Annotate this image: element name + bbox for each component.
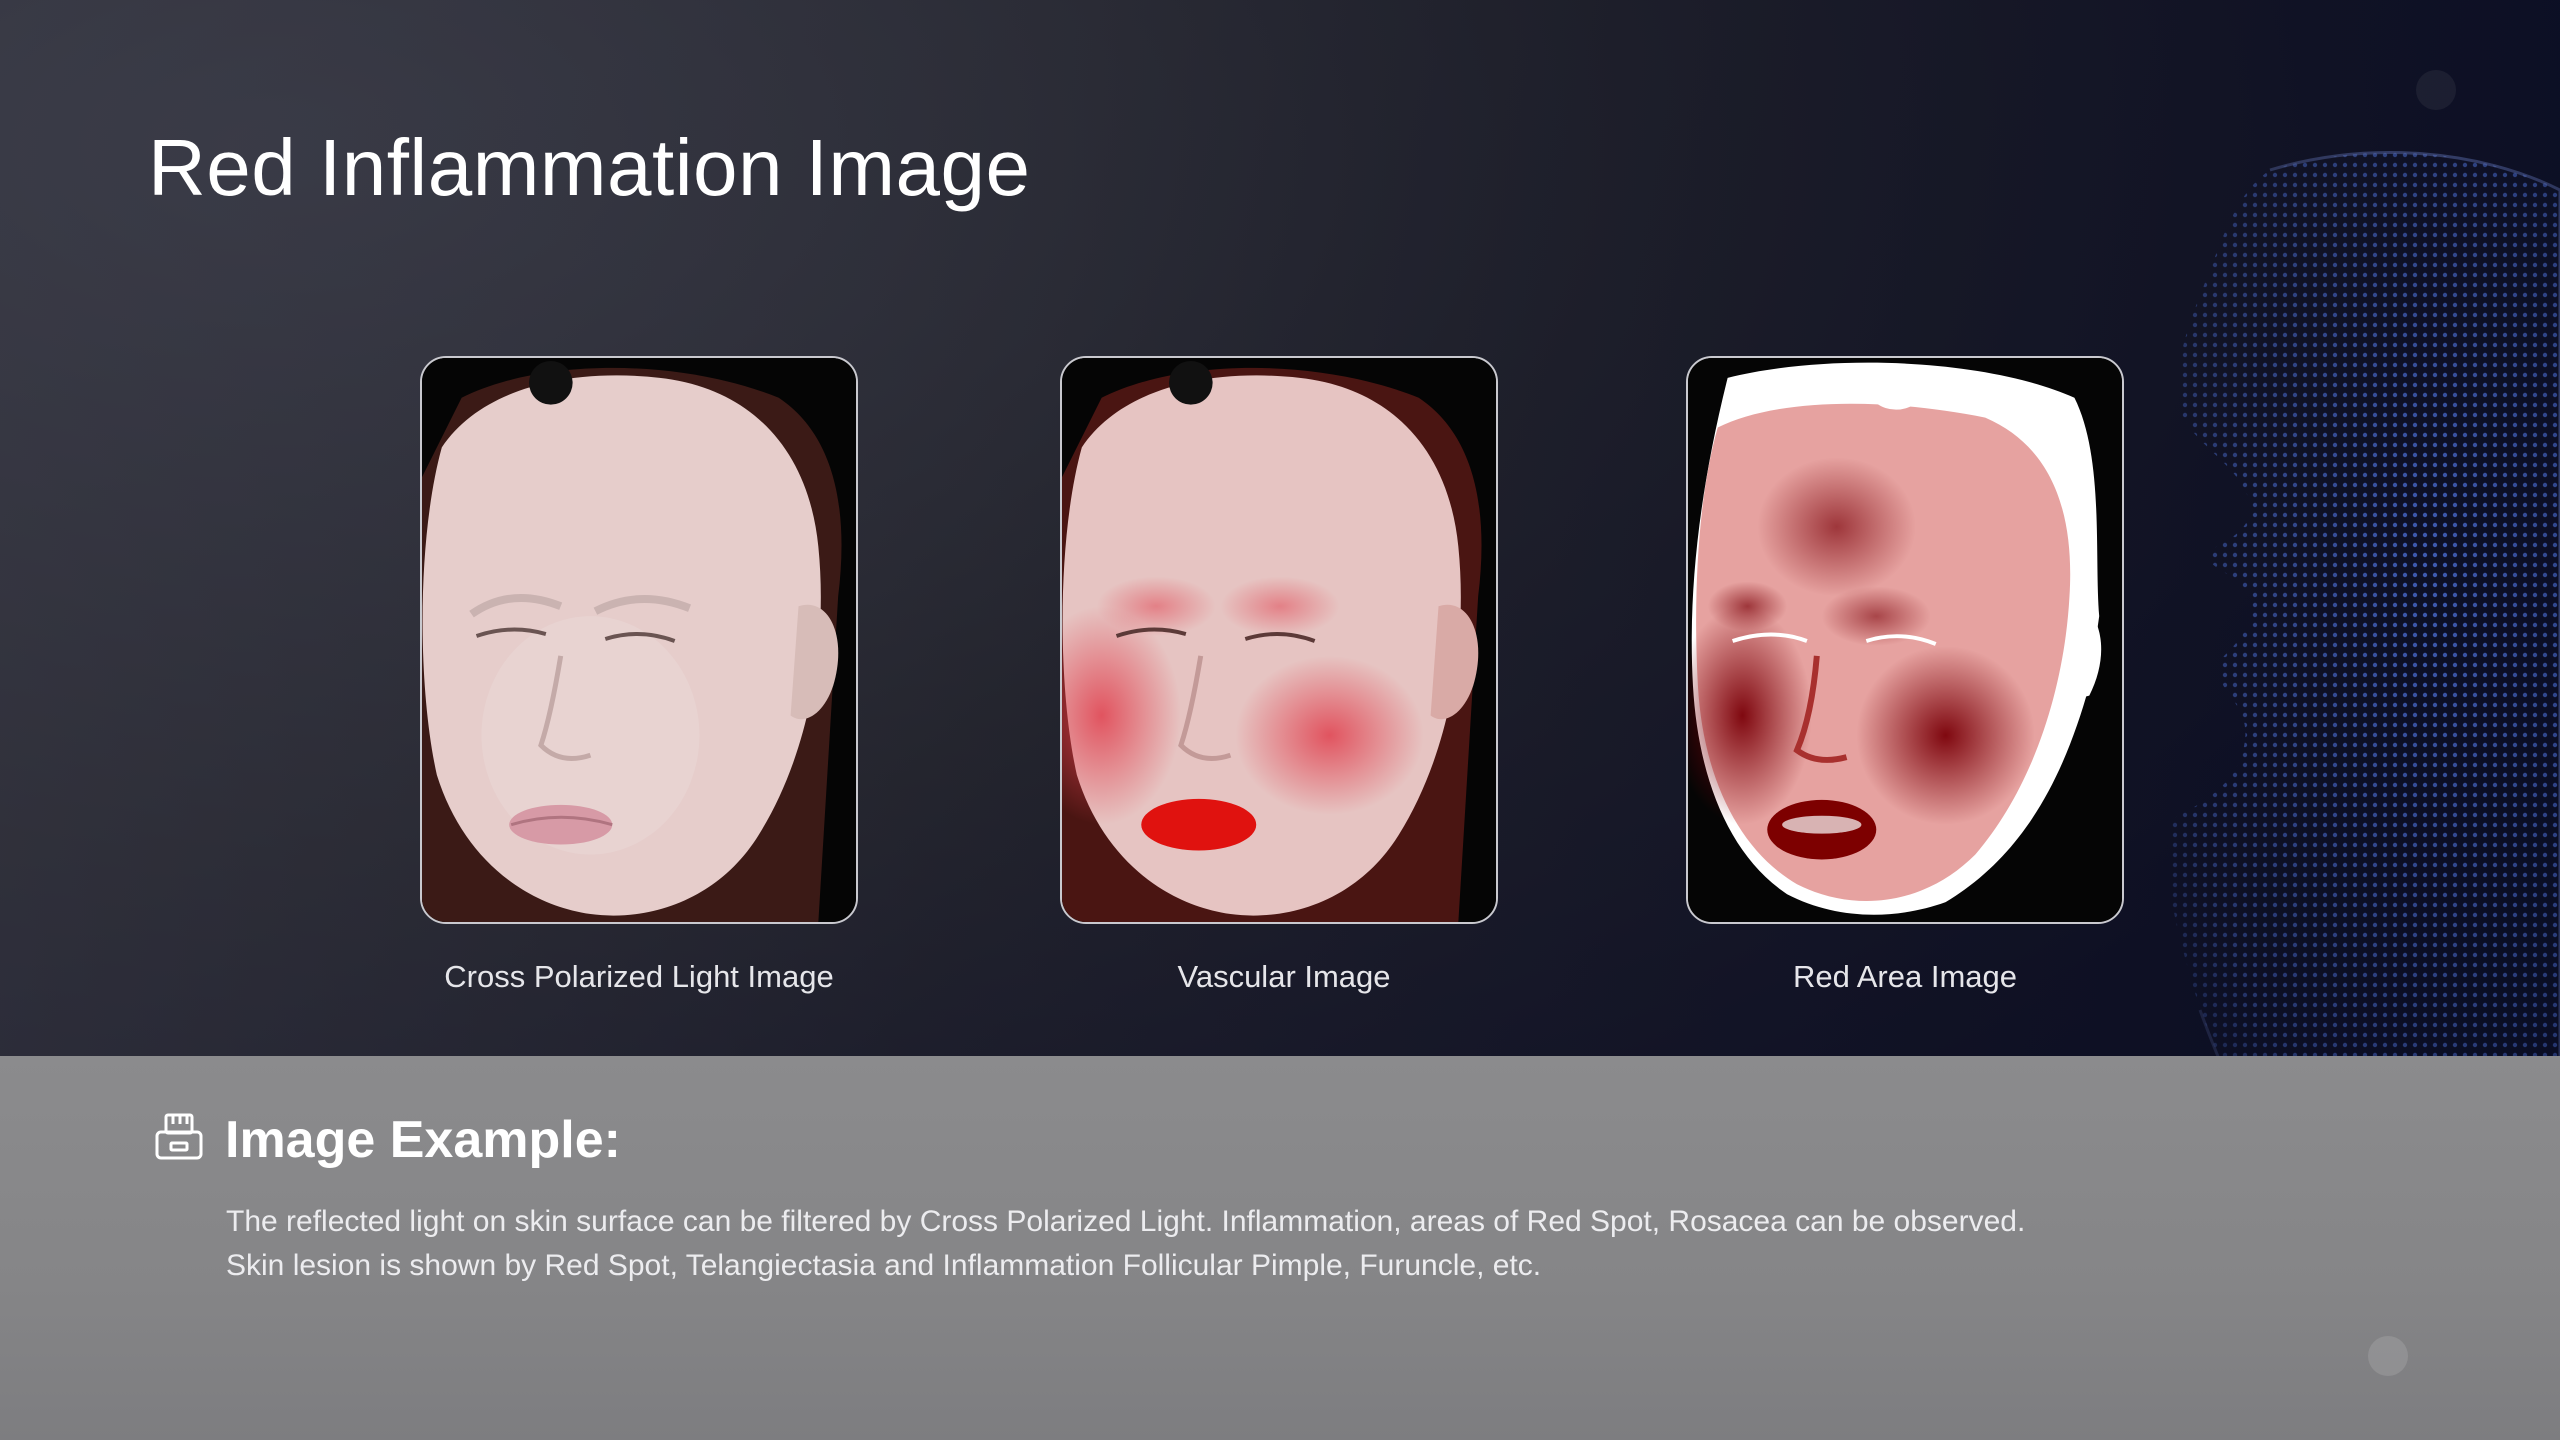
description-line-2: Skin lesion is shown by Red Spot, Telang… (226, 1249, 1542, 1282)
face-photo-red-area (1688, 358, 2122, 922)
decor-dot-bottom (2368, 1336, 2408, 1376)
description-line-1: The reflected light on skin surface can … (226, 1205, 2026, 1238)
caption-cross-polarized: Cross Polarized Light Image (444, 959, 834, 994)
image-card-red-area[interactable] (1686, 356, 2124, 924)
printer-icon (155, 1113, 203, 1160)
page-title: Red Inflammation Image (148, 123, 1031, 212)
decor-dot-top (2416, 70, 2456, 110)
face-photo-vascular (1062, 358, 1496, 922)
caption-red-area: Red Area Image (1792, 959, 2018, 994)
image-example-title: Image Example: (225, 1111, 621, 1169)
image-card-cross-polarized[interactable] (420, 356, 858, 924)
caption-vascular: Vascular Image (1177, 959, 1391, 994)
image-card-vascular[interactable] (1060, 356, 1498, 924)
image-example-description: The reflected light on skin surface can … (226, 1200, 2326, 1288)
face-photo-cross-polarized (422, 358, 856, 922)
